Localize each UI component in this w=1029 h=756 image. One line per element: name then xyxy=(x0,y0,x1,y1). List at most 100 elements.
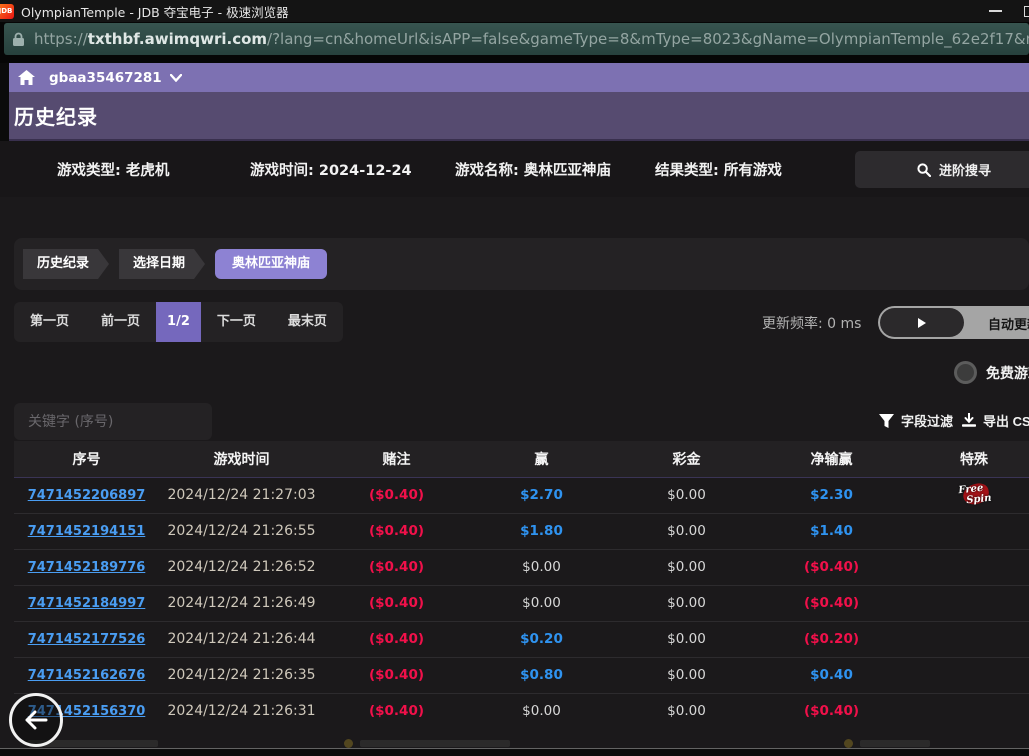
game-time-cell: 2024/12/24 21:26:44 xyxy=(159,621,324,657)
free-spin-text: Spin xyxy=(961,493,998,507)
filter-game-time[interactable]: 游戏时间: 2024-12-24 xyxy=(250,159,412,180)
win-cell: $0.80 xyxy=(469,657,614,693)
home-icon[interactable] xyxy=(18,70,35,85)
round-id-link[interactable]: 7471452189776 xyxy=(28,560,146,575)
bet-cell: ($0.40) xyxy=(324,621,469,657)
table-row: 74714521563702024/12/24 21:26:31($0.40)$… xyxy=(14,693,1029,729)
jackpot-cell: $0.00 xyxy=(614,477,759,513)
serial-cell: 7471452162676 xyxy=(14,657,159,693)
auto-update-label: 自动更新 xyxy=(974,314,1029,333)
special-cell xyxy=(904,657,1029,693)
jackpot-cell: $0.00 xyxy=(614,513,759,549)
chevron-down-icon[interactable] xyxy=(170,74,182,82)
table-row: 74714521941512024/12/24 21:26:55($0.40)$… xyxy=(14,513,1029,549)
minimize-button-icon[interactable] xyxy=(989,10,1002,12)
special-cell: FreeSpin xyxy=(904,477,1029,513)
net-win-cell: ($0.20) xyxy=(759,621,904,657)
table-toolbar: 字段过滤 导出 CSV xyxy=(0,403,1029,441)
address-bar[interactable]: https://txthbf.awimqwri.com/?lang=cn&hom… xyxy=(4,23,1029,55)
round-id-link[interactable]: 7471452162676 xyxy=(28,668,146,683)
partial-next-row xyxy=(0,738,1029,748)
pager-button-3[interactable]: 下一页 xyxy=(201,302,272,342)
table-row: 74714521849972024/12/24 21:26:49($0.40)$… xyxy=(14,585,1029,621)
round-id-link[interactable]: 7471452177526 xyxy=(28,632,146,647)
free-spin-badge-icon: FreeSpin xyxy=(951,482,997,509)
table-row: 74714521626762024/12/24 21:26:35($0.40)$… xyxy=(14,657,1029,693)
download-icon xyxy=(962,413,976,428)
browser-toolbar: https://txthbf.awimqwri.com/?lang=cn&hom… xyxy=(0,22,1029,57)
round-id-link[interactable]: 7471452184997 xyxy=(28,596,146,611)
game-time-cell: 2024/12/24 21:26:55 xyxy=(159,513,324,549)
serial-cell: 7471452184997 xyxy=(14,585,159,621)
filter-result-type[interactable]: 结果类型: 所有游戏 xyxy=(655,159,782,180)
win-cell: $2.70 xyxy=(469,477,614,513)
history-table: 序号游戏时间赌注赢彩金净输赢特殊 74714522068972024/12/24… xyxy=(14,441,1029,729)
jackpot-cell: $0.00 xyxy=(614,585,759,621)
jackpot-cell: $0.00 xyxy=(614,549,759,585)
top-nav-bar: gbaa35467281 xyxy=(9,63,1029,92)
net-win-cell: ($0.40) xyxy=(759,549,904,585)
filter-game-type[interactable]: 游戏类型: 老虎机 xyxy=(57,159,169,180)
game-time-cell: 2024/12/24 21:26:49 xyxy=(159,585,324,621)
maximize-button-icon[interactable] xyxy=(1024,6,1029,17)
filter-summary-bar: 游戏类型: 老虎机 游戏时间: 2024-12-24 游戏名称: 奥林匹亚神庙 … xyxy=(0,141,1029,197)
pager-button-0[interactable]: 第一页 xyxy=(14,302,85,342)
column-header-5: 净输赢 xyxy=(759,441,904,477)
url-domain: txthbf.awimqwri.com xyxy=(88,30,267,48)
pager-button-1[interactable]: 前一页 xyxy=(85,302,156,342)
column-header-0: 序号 xyxy=(14,441,159,477)
page-title-bar: 历史纪录 xyxy=(9,92,1029,141)
game-time-cell: 2024/12/24 21:27:03 xyxy=(159,477,324,513)
net-win-cell: ($0.40) xyxy=(759,693,904,729)
export-csv-button[interactable]: 导出 CSV xyxy=(962,411,1029,430)
win-cell: $0.00 xyxy=(469,693,614,729)
pager-button-4[interactable]: 最末页 xyxy=(272,302,343,342)
field-filter-button[interactable]: 字段过滤 xyxy=(879,411,953,430)
free-game-radio[interactable] xyxy=(954,361,977,384)
bet-cell: ($0.40) xyxy=(324,585,469,621)
refresh-rate-label: 更新频率: 0 ms xyxy=(762,313,861,333)
back-button[interactable] xyxy=(9,693,63,747)
browser-window: JDB OlympianTemple - JDB 夺宝电子 - 极速浏览器 ht… xyxy=(0,0,1029,756)
toggle-knob[interactable] xyxy=(880,308,964,337)
breadcrumb-item-1[interactable]: 选择日期 xyxy=(119,249,205,279)
window-title: OlympianTemple - JDB 夺宝电子 - 极速浏览器 xyxy=(21,2,289,21)
page-title: 历史纪录 xyxy=(14,101,98,130)
table-body: 74714522068972024/12/24 21:27:03($0.40)$… xyxy=(14,477,1029,729)
game-time-cell: 2024/12/24 21:26:52 xyxy=(159,549,324,585)
breadcrumb-item-0[interactable]: 历史纪录 xyxy=(23,249,109,279)
bet-cell: ($0.40) xyxy=(324,477,469,513)
filter-game-name[interactable]: 游戏名称: 奥林匹亚神庙 xyxy=(455,159,611,180)
serial-cell: 7471452177526 xyxy=(14,621,159,657)
column-header-4: 彩金 xyxy=(614,441,759,477)
bet-cell: ($0.40) xyxy=(324,693,469,729)
auto-update-toggle[interactable]: 自动更新 xyxy=(878,306,1029,339)
keyword-search-input[interactable] xyxy=(14,403,212,440)
account-name[interactable]: gbaa35467281 xyxy=(49,70,162,86)
win-cell: $0.00 xyxy=(469,585,614,621)
special-cell xyxy=(904,549,1029,585)
breadcrumb-item-2[interactable]: 奥林匹亚神庙 xyxy=(215,249,327,279)
window-titlebar: JDB OlympianTemple - JDB 夺宝电子 - 极速浏览器 xyxy=(0,0,1029,22)
special-cell xyxy=(904,693,1029,729)
play-icon xyxy=(918,318,926,328)
round-id-link[interactable]: 7471452206897 xyxy=(28,488,146,503)
special-cell xyxy=(904,585,1029,621)
win-cell: $0.00 xyxy=(469,549,614,585)
url-text: https://txthbf.awimqwri.com/?lang=cn&hom… xyxy=(34,30,1029,48)
game-time-cell: 2024/12/24 21:26:31 xyxy=(159,693,324,729)
round-id-link[interactable]: 7471452194151 xyxy=(28,524,146,539)
special-cell xyxy=(904,621,1029,657)
net-win-cell: $0.40 xyxy=(759,657,904,693)
free-game-row: 免费游戏 xyxy=(0,359,1029,389)
search-icon xyxy=(917,163,931,177)
arrow-left-icon xyxy=(24,710,48,730)
pagination-row: 第一页前一页1/2下一页最末页 更新频率: 0 ms 自动更新 xyxy=(14,302,1029,342)
bet-cell: ($0.40) xyxy=(324,549,469,585)
breadcrumb: 历史纪录选择日期奥林匹亚神庙 xyxy=(14,238,1029,290)
page-indicator[interactable]: 1/2 xyxy=(156,302,201,342)
jackpot-cell: $0.00 xyxy=(614,693,759,729)
advanced-search-button[interactable]: 进阶搜寻 xyxy=(855,151,1029,188)
table-row: 74714522068972024/12/24 21:27:03($0.40)$… xyxy=(14,477,1029,513)
refresh-rate-value: 0 ms xyxy=(827,316,861,332)
